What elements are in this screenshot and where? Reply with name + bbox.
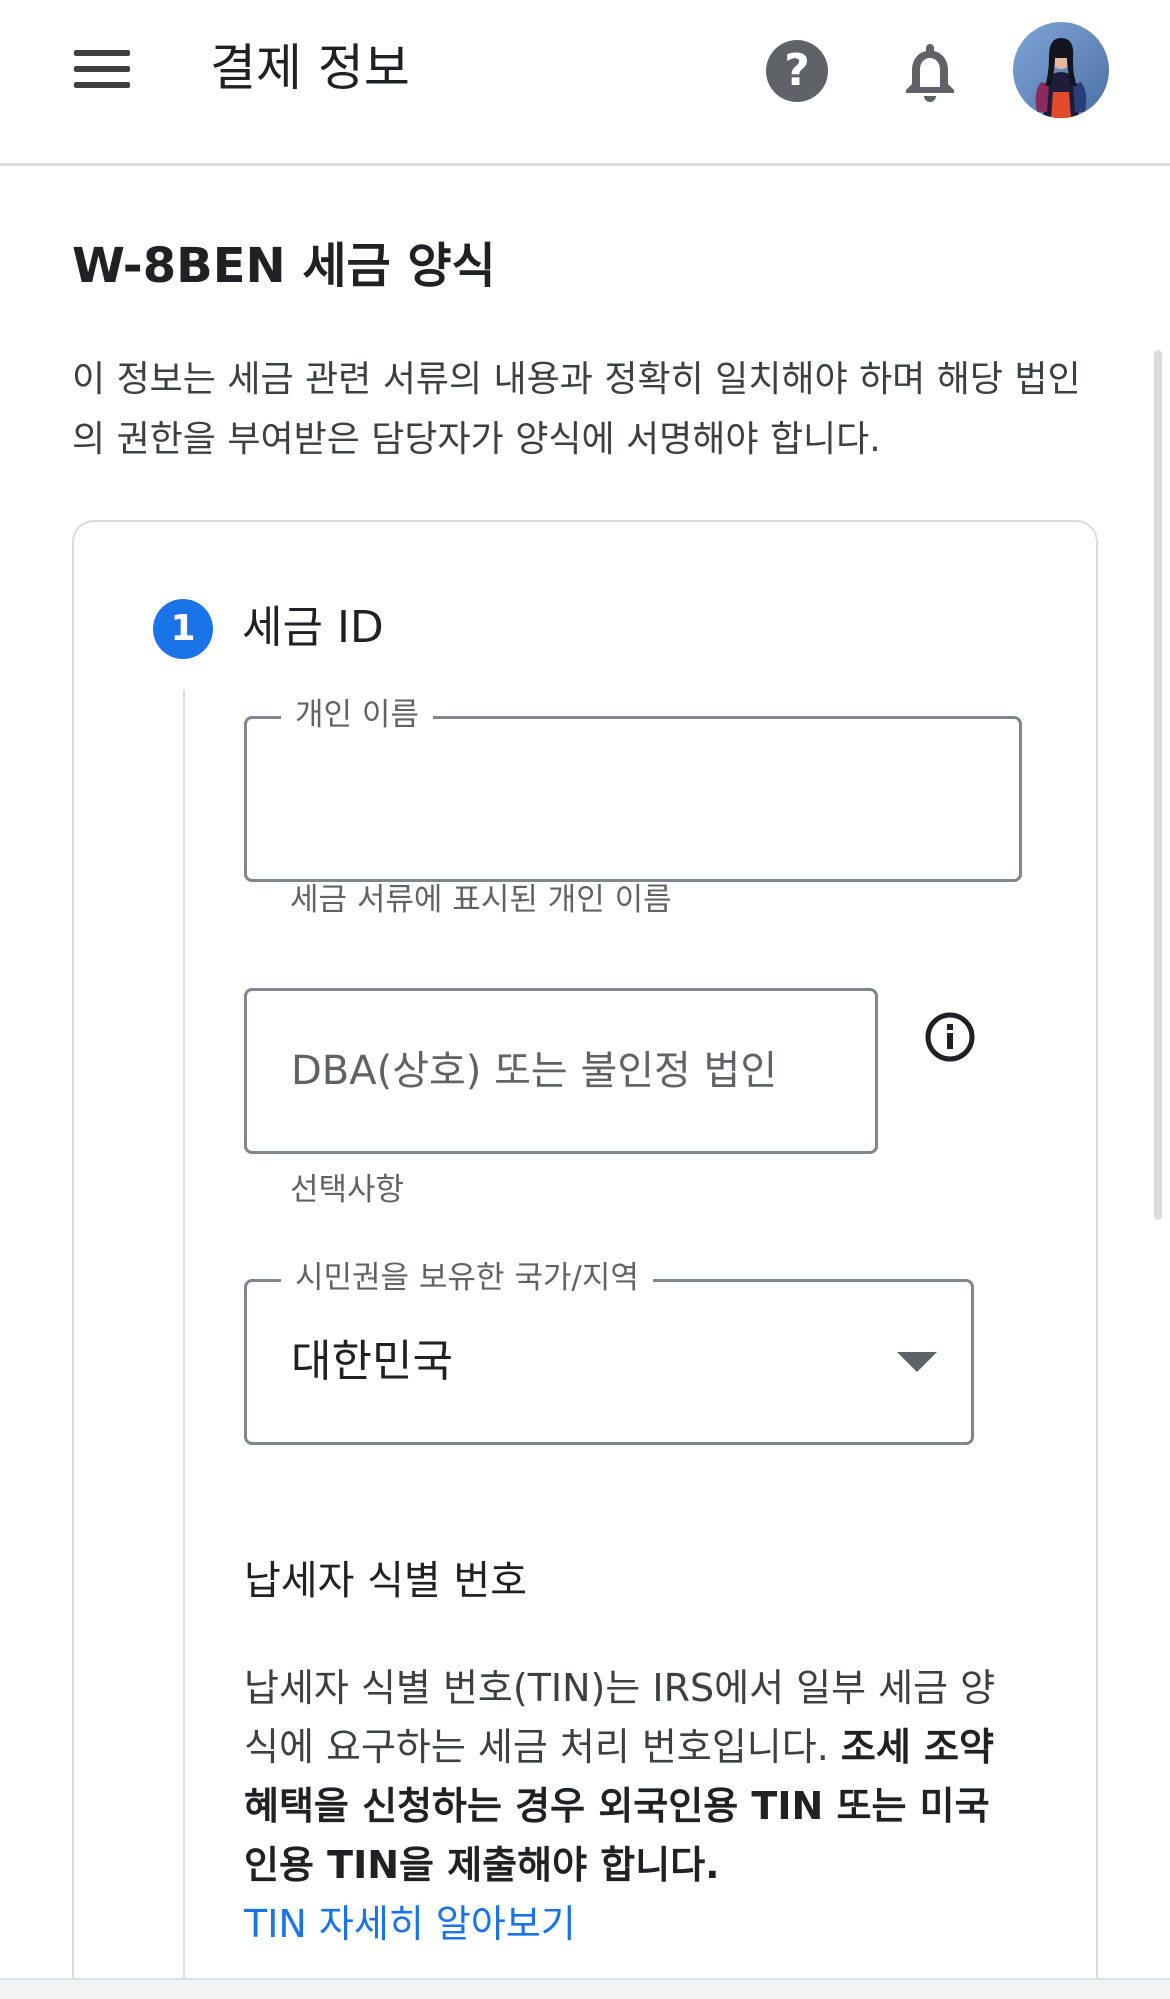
tin-learn-more-link[interactable]: TIN 자세히 알아보기 xyxy=(244,1895,576,1954)
help-icon[interactable]: ? xyxy=(766,40,828,102)
dropdown-arrow-icon xyxy=(897,1352,937,1372)
bottom-edge xyxy=(0,1978,1170,1999)
step-connector-line xyxy=(183,690,185,1999)
menu-icon-line xyxy=(74,82,130,88)
dba-input[interactable] xyxy=(291,991,831,1151)
step-number-badge: 1 xyxy=(153,599,213,659)
country-select[interactable]: 시민권을 보유한 국가/지역 대한민국 xyxy=(244,1258,974,1445)
menu-icon[interactable] xyxy=(64,46,140,92)
dba-field[interactable] xyxy=(244,988,878,1154)
bell-icon[interactable] xyxy=(898,38,962,104)
tin-heading: 납세자 식별 번호 xyxy=(244,1558,528,1604)
tin-description: 납세자 식별 번호(TIN)는 IRS에서 일부 세금 양식에 요구하는 세금 … xyxy=(244,1659,1024,1954)
intro-text: 이 정보는 세금 관련 서류의 내용과 정확히 일치해야 하며 해당 법인의 권… xyxy=(72,359,1081,460)
avatar[interactable] xyxy=(1013,22,1109,118)
app-bar: 결제 정보 ? xyxy=(0,0,1170,166)
info-icon[interactable] xyxy=(924,1011,976,1063)
individual-name-field[interactable]: 개인 이름 xyxy=(244,695,1022,882)
menu-icon-line xyxy=(74,66,130,72)
avatar-image xyxy=(1013,22,1109,118)
individual-name-input[interactable] xyxy=(291,719,975,879)
scrollbar[interactable] xyxy=(1154,350,1162,1220)
bell-icon-graphic xyxy=(906,44,954,102)
page-title: W-8BEN 세금 양식 xyxy=(72,238,496,294)
menu-icon-line xyxy=(74,50,130,56)
dba-helper: 선택사항 xyxy=(290,1172,405,1208)
app-title: 결제 정보 xyxy=(210,39,410,97)
country-value: 대한민국 xyxy=(291,1336,453,1387)
individual-name-helper: 세금 서류에 표시된 개인 이름 xyxy=(290,882,672,918)
info-icon-graphic xyxy=(925,1012,975,1062)
step-title: 세금 ID xyxy=(242,602,384,653)
